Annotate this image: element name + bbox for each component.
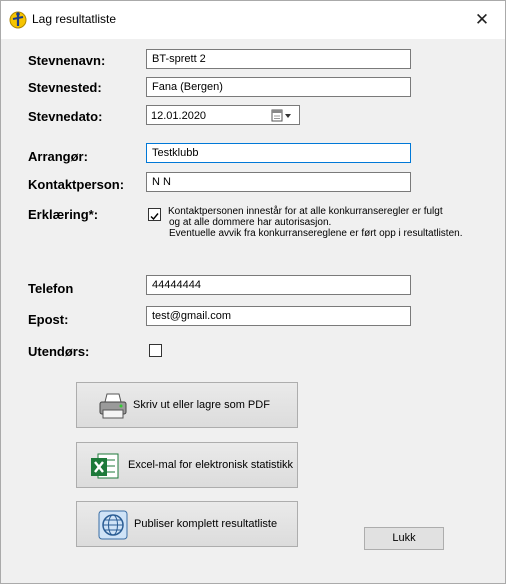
erklaering-label: Erklæring*: xyxy=(28,207,99,222)
excel-icon xyxy=(89,450,121,482)
stevnedato-label: Stevnedato: xyxy=(28,109,103,124)
epost-input[interactable]: test@gmail.com xyxy=(146,306,411,326)
lukk-button[interactable]: Lukk xyxy=(364,527,444,550)
erklaering-line: og at alle dommere har autorisasjon. xyxy=(169,217,332,228)
telefon-label: Telefon xyxy=(28,281,74,296)
erklaering-checkbox[interactable] xyxy=(148,208,161,221)
stevnenavn-label: Stevnenavn: xyxy=(28,53,106,68)
stevnedato-value: 12.01.2020 xyxy=(151,110,207,122)
globe-icon xyxy=(97,509,129,541)
excel-template-label: Excel-mal for elektronisk statistikk xyxy=(128,459,294,471)
runner-icon xyxy=(9,11,27,29)
arrangor-input[interactable]: Testklubb xyxy=(146,143,411,163)
publish-label: Publiser komplett resultatliste xyxy=(134,518,278,530)
window-title: Lag resultatliste xyxy=(32,12,117,26)
print-pdf-label: Skriv ut eller lagre som PDF xyxy=(133,399,270,411)
excel-template-button[interactable]: Excel-mal for elektronisk statistikk xyxy=(76,442,298,488)
dialog-window: Lag resultatliste ✕ Stevnenavn: BT-spret… xyxy=(0,0,506,584)
kontaktperson-label: Kontaktperson: xyxy=(28,177,125,192)
erklaering-text: Kontaktpersonen innestår for at alle kon… xyxy=(168,206,462,239)
publish-button[interactable]: Publiser komplett resultatliste xyxy=(76,501,298,547)
stevnested-label: Stevnested: xyxy=(28,80,102,95)
checkmark-icon xyxy=(150,213,159,221)
epost-label: Epost: xyxy=(28,312,69,327)
erklaering-line: Eventuelle avvik fra konkurransereglene … xyxy=(169,228,463,239)
stevnedato-picker[interactable]: 12.01.2020 xyxy=(146,105,300,125)
utendors-label: Utendørs: xyxy=(28,344,90,359)
arrangor-label: Arrangør: xyxy=(28,149,88,164)
utendors-checkbox[interactable] xyxy=(149,344,162,357)
calendar-dropdown-icon[interactable] xyxy=(271,109,293,122)
erklaering-line: Kontaktpersonen innestår for at alle kon… xyxy=(168,206,443,217)
print-pdf-button[interactable]: Skriv ut eller lagre som PDF xyxy=(76,382,298,428)
stevnested-input[interactable]: Fana (Bergen) xyxy=(146,77,411,97)
printer-icon xyxy=(97,390,129,422)
kontaktperson-input[interactable]: N N xyxy=(146,172,411,192)
close-icon: ✕ xyxy=(474,10,490,29)
stevnenavn-input[interactable]: BT-sprett 2 xyxy=(146,49,411,69)
title-bar: Lag resultatliste ✕ xyxy=(1,1,505,39)
close-window-button[interactable]: ✕ xyxy=(459,1,505,39)
telefon-input[interactable]: 44444444 xyxy=(146,275,411,295)
